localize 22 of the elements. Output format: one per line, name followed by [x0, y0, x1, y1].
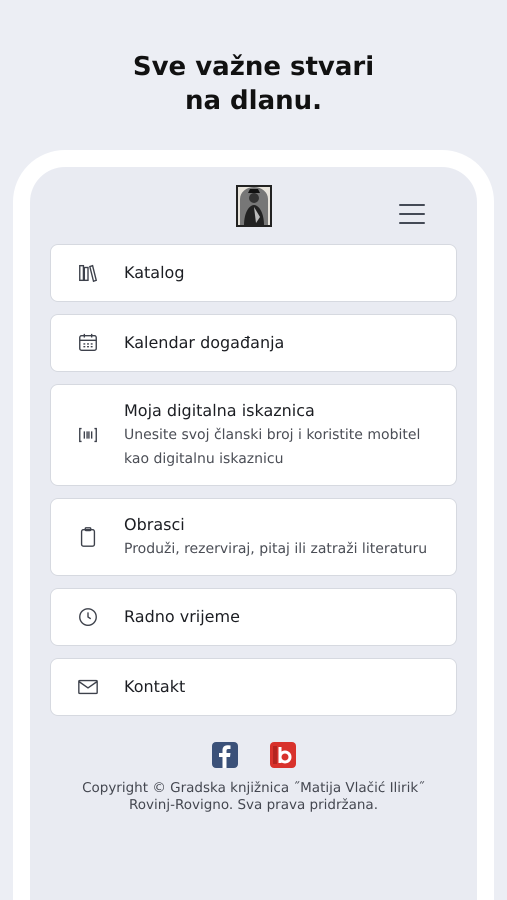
- menu-card[interactable]: Obrasci Produži, rezerviraj, pitaj ili zatraži literaturu: [50, 498, 457, 576]
- menu-card[interactable]: Moja digitalna iskaznica Unesite svoj članski broj i koristite mobitel kao digitalnu iskaznicu: [50, 384, 457, 486]
- calendar-icon: [76, 332, 98, 354]
- menu-description: Produži, rezerviraj, pitaj ili zatraži literaturu: [124, 540, 428, 559]
- menu-title: Radno vrijeme: [124, 606, 240, 628]
- menu-card[interactable]: Radno vrijeme: [50, 588, 457, 646]
- facebook-icon[interactable]: [212, 742, 238, 768]
- menu-button[interactable]: [399, 204, 425, 224]
- headline: Sve važne stvari na dlanu.: [132, 51, 374, 118]
- menu-title: Kontakt: [124, 676, 186, 698]
- menu-title: Katalog: [124, 262, 184, 284]
- menu-title: Obrasci: [124, 514, 186, 536]
- books-icon: [76, 262, 98, 284]
- menu-card[interactable]: Kalendar događanja: [50, 314, 457, 372]
- menu-description: Unesite svoj članski broj i koristite mobitel kao digitalnu iskaznicu: [124, 426, 422, 469]
- copyright-text: Copyright © Gradska knjižnica ˝Matija Vlačić Ilirik˝ Rovinj-Rovigno. Sva prava pridržana.: [81, 780, 426, 814]
- menu-card[interactable]: Katalog: [50, 244, 457, 302]
- menu-title: Moja digitalna iskaznica: [124, 400, 316, 422]
- clock-icon: [76, 606, 98, 628]
- menu-title: Kalendar događanja: [124, 332, 284, 354]
- menu-card[interactable]: Kontakt: [50, 658, 457, 716]
- blog-logo-icon[interactable]: [270, 742, 296, 768]
